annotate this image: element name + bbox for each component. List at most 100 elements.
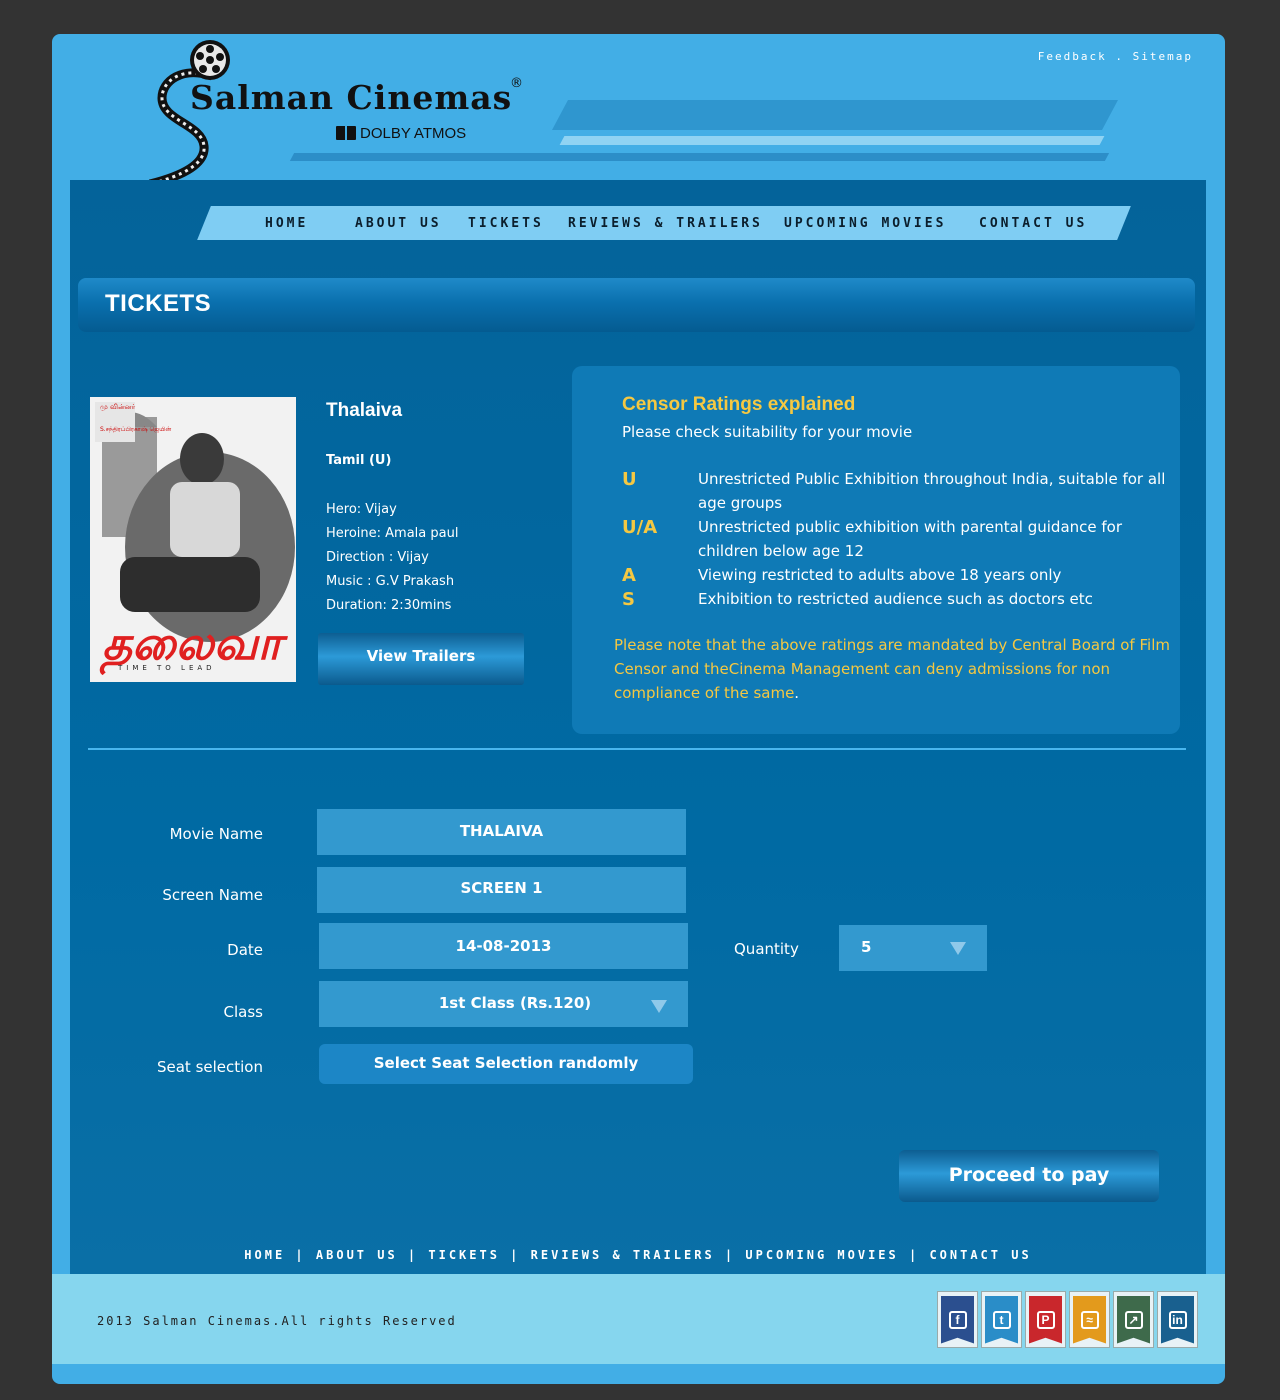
banner-shape: f bbox=[941, 1295, 974, 1344]
banner-shape: P bbox=[1029, 1295, 1062, 1344]
banner-shape: ↗ bbox=[1117, 1295, 1150, 1344]
chevron-down-icon bbox=[950, 942, 966, 955]
footer-nav-contact-us[interactable]: CONTACT US bbox=[929, 1248, 1031, 1262]
movie-language: Tamil (U) bbox=[326, 453, 392, 468]
twitter-button[interactable]: t bbox=[981, 1291, 1022, 1348]
dolby-badge: DOLBY ATMOS bbox=[336, 125, 466, 142]
footer-nav-reviews-trailers[interactable]: REVIEWS & TRAILERS bbox=[531, 1248, 715, 1262]
movie-heroine: Heroine: Amala paul bbox=[326, 526, 459, 541]
linkedin-icon: in bbox=[1168, 1310, 1187, 1329]
footer-nav-separator: | bbox=[397, 1248, 429, 1262]
facebook-icon: f bbox=[948, 1310, 967, 1329]
poster-image: மு வின்னர் S.சந்திரப்பிரகாஷ் ஜெயின் தலைவ… bbox=[90, 397, 296, 682]
rating-code-ua: U/A bbox=[622, 517, 658, 538]
footer-nav: HOME | ABOUT US | TICKETS | REVIEWS & TR… bbox=[70, 1248, 1206, 1262]
footer-nav-upcoming-movies[interactable]: UPCOMING MOVIES bbox=[745, 1248, 898, 1262]
header-stripe bbox=[552, 100, 1118, 130]
date-field[interactable]: 14-08-2013 bbox=[319, 923, 688, 969]
movie-hero: Hero: Vijay bbox=[326, 502, 397, 517]
top-links-separator: . bbox=[1106, 50, 1133, 63]
rating-code-a: A bbox=[622, 565, 636, 586]
footer-nav-separator: | bbox=[285, 1248, 316, 1262]
footer: 2013 Salman Cinemas.All rights Reserved … bbox=[52, 1274, 1225, 1364]
screen-name-field[interactable]: SCREEN 1 bbox=[317, 867, 686, 913]
nav-item-home[interactable]: HOME bbox=[265, 216, 308, 231]
poster-tagline: TIME TO LEAD bbox=[117, 664, 216, 672]
censor-subtitle: Please check suitability for your movie bbox=[622, 423, 913, 441]
rating-desc-ua: Unrestricted public exhibition with pare… bbox=[698, 518, 1123, 560]
dolby-text: DOLBY ATMOS bbox=[360, 125, 467, 142]
facebook-button[interactable]: f bbox=[937, 1291, 978, 1348]
movie-direction: Direction : Vijay bbox=[326, 550, 429, 565]
feedback-link[interactable]: Feedback bbox=[1038, 50, 1107, 63]
banner-shape: ≈ bbox=[1073, 1295, 1106, 1344]
quantity-label: Quantity bbox=[734, 940, 799, 958]
nav-item-tickets[interactable]: TICKETS bbox=[468, 216, 544, 231]
censor-note-end: . bbox=[794, 684, 800, 702]
rss-button[interactable]: ≈ bbox=[1069, 1291, 1110, 1348]
banner-shape: t bbox=[985, 1295, 1018, 1344]
date-label: Date bbox=[227, 941, 263, 959]
quantity-select[interactable]: 5 bbox=[839, 925, 987, 971]
site-logo[interactable]: Salman Cinemas ® DOLBY ATMOS bbox=[142, 36, 532, 186]
chevron-down-icon bbox=[651, 1000, 667, 1013]
header-stripe bbox=[559, 136, 1105, 145]
random-seat-button[interactable]: Select Seat Selection randomly bbox=[319, 1044, 693, 1084]
censor-ratings-panel: Censor Ratings explained Please check su… bbox=[572, 366, 1180, 734]
nav-item-reviews-trailers[interactable]: REVIEWS & TRAILERS bbox=[568, 216, 763, 231]
class-label: Class bbox=[223, 1003, 263, 1021]
svg-text:S.சந்திரப்பிரகாஷ் ஜெயின்: S.சந்திரப்பிரகாஷ் ஜெயின் bbox=[100, 426, 171, 433]
site-container: Feedback . Sitemap Salman Cinemas ® DOLB… bbox=[52, 34, 1225, 1384]
registered-mark: ® bbox=[510, 76, 523, 91]
linkedin-button[interactable]: in bbox=[1157, 1291, 1198, 1348]
footer-nav-separator: | bbox=[499, 1248, 531, 1262]
rss-icon: ≈ bbox=[1080, 1310, 1099, 1329]
nav-item-contact-us[interactable]: CONTACT US bbox=[979, 216, 1087, 231]
header: Feedback . Sitemap Salman Cinemas ® DOLB… bbox=[52, 34, 1225, 186]
censor-note: Please note that the above ratings are m… bbox=[614, 633, 1174, 705]
sitemap-link[interactable]: Sitemap bbox=[1133, 50, 1193, 63]
top-links: Feedback . Sitemap bbox=[1038, 50, 1193, 63]
svg-text:மு வின்னர்: மு வின்னர் bbox=[100, 403, 136, 411]
screen-name-label: Screen Name bbox=[162, 886, 263, 904]
seat-selection-label: Seat selection bbox=[156, 1058, 263, 1076]
rating-desc-a: Viewing restricted to adults above 18 ye… bbox=[698, 566, 1062, 584]
footer-nav-tickets[interactable]: TICKETS bbox=[428, 1248, 500, 1262]
copyright-text: 2013 Salman Cinemas.All rights Reserved bbox=[97, 1314, 457, 1328]
nav-item-about-us[interactable]: ABOUT US bbox=[355, 216, 442, 231]
pinterest-button[interactable]: P bbox=[1025, 1291, 1066, 1348]
class-select[interactable]: 1st Class (Rs.120) bbox=[319, 981, 688, 1027]
page-title: TICKETS bbox=[105, 290, 212, 317]
censor-note-text: Please note that the above ratings are m… bbox=[614, 636, 1170, 702]
movie-title: Thalaiva bbox=[326, 400, 403, 421]
movie-poster: மு வின்னர் S.சந்திரப்பிரகாஷ் ஜெயின் தலைவ… bbox=[90, 397, 296, 682]
share-icon: ↗ bbox=[1124, 1310, 1143, 1329]
rating-code-s: S bbox=[622, 589, 635, 610]
censor-title: Censor Ratings explained bbox=[622, 394, 856, 415]
share-button[interactable]: ↗ bbox=[1113, 1291, 1154, 1348]
banner-shape: in bbox=[1161, 1295, 1194, 1344]
movie-name-field[interactable]: THALAIVA bbox=[317, 809, 686, 855]
rating-desc-s: Exhibition to restricted audience such a… bbox=[698, 590, 1093, 608]
quantity-value: 5 bbox=[861, 938, 872, 956]
pinterest-icon: P bbox=[1036, 1310, 1055, 1329]
page-title-bar: TICKETS bbox=[78, 278, 1195, 332]
view-trailers-button[interactable]: View Trailers bbox=[318, 633, 524, 685]
movie-music: Music : G.V Prakash bbox=[326, 574, 455, 589]
footer-nav-home[interactable]: HOME bbox=[244, 1248, 285, 1262]
divider bbox=[88, 748, 1186, 750]
footer-nav-separator: | bbox=[714, 1248, 746, 1262]
proceed-to-pay-button[interactable]: Proceed to pay bbox=[899, 1150, 1159, 1202]
footer-nav-about-us[interactable]: ABOUT US bbox=[316, 1248, 398, 1262]
logo-text: Salman Cinemas bbox=[190, 78, 513, 117]
movie-duration: Duration: 2:30mins bbox=[326, 598, 452, 613]
movie-name-label: Movie Name bbox=[169, 825, 263, 843]
main-nav: HOME ABOUT US TICKETS REVIEWS & TRAILERS… bbox=[205, 206, 1125, 240]
footer-nav-separator: | bbox=[898, 1248, 930, 1262]
main-content: HOME ABOUT US TICKETS REVIEWS & TRAILERS… bbox=[70, 180, 1206, 1274]
social-links: f t P ≈ ↗ in bbox=[937, 1291, 1198, 1348]
rating-desc-u: Unrestricted Public Exhibition throughou… bbox=[698, 470, 1166, 512]
nav-item-upcoming-movies[interactable]: UPCOMING MOVIES bbox=[784, 216, 946, 231]
dolby-icon bbox=[336, 126, 356, 140]
twitter-icon: t bbox=[992, 1310, 1011, 1329]
